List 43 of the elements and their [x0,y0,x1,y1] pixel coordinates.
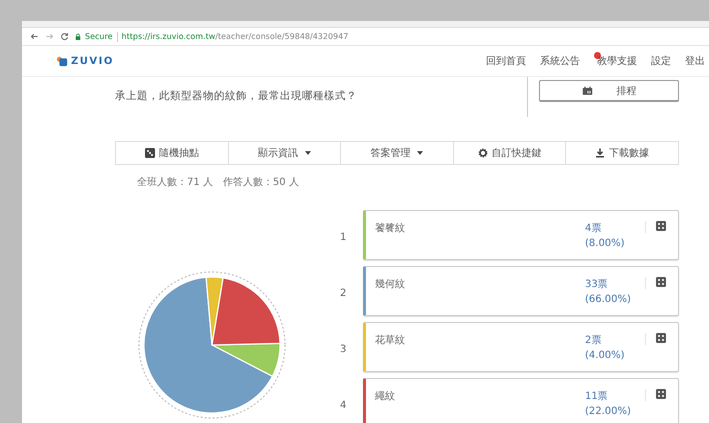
vote-count: 2票 [585,334,602,347]
dice-icon[interactable] [656,389,666,399]
logo-icon [56,55,68,67]
url-text: https://irs.zuvio.com.tw/teacher/console/59848/4320947 [122,32,348,41]
nav-link[interactable]: 教學支援 [597,54,637,68]
option-number: 3 [340,342,348,354]
back-icon[interactable] [30,32,39,41]
nav-link[interactable]: 設定 [651,54,671,68]
download-icon [595,148,606,158]
option-number: 4 [340,398,348,410]
address-bar[interactable]: Secure https://irs.zuvio.com.tw/teacher/console/59848/4320947 [75,30,709,44]
settings-icon [478,148,488,158]
logo-text[interactable]: ZUVIO [71,56,114,66]
dice-icon[interactable] [656,277,666,287]
reload-icon[interactable] [60,32,69,41]
lock-icon [75,32,81,40]
vote-count: 4票 [585,222,602,235]
option-label: 幾何紋 [375,278,406,291]
vote-percent: (4.00%) [585,350,626,361]
vote-percent: (22.00%) [585,406,632,417]
nav-link[interactable]: 登出 [685,54,705,68]
nav-link[interactable]: 回到首頁 [486,54,526,68]
option-number: 1 [340,230,348,242]
vote-percent: (8.00%) [585,238,626,249]
option-number: 2 [340,286,348,298]
nav-link[interactable]: 系統公告 [540,54,580,68]
dice-icon[interactable] [656,221,666,231]
caret-icon [417,151,424,155]
question-text: 承上題，此類型器物的紋飾，最常出現哪種樣式？ [115,89,358,104]
option-label: 花草紋 [375,334,406,347]
caret-icon [304,151,311,155]
secure-label: Secure [85,32,113,41]
stat-text: 全班人數：71 人 [137,176,213,189]
stat-text: 作答人數：50 人 [222,176,299,189]
option-label: 饕餮紋 [375,222,406,235]
dice-icon [144,148,155,158]
calendar-icon [582,86,592,96]
vote-count: 11票 [585,390,609,403]
dice-icon[interactable] [656,333,666,343]
schedule-button[interactable]: 排程 [539,80,679,102]
vote-count: 33票 [585,278,609,291]
option-label: 繩紋 [375,390,396,403]
vote-percent: (66.00%) [585,294,632,305]
